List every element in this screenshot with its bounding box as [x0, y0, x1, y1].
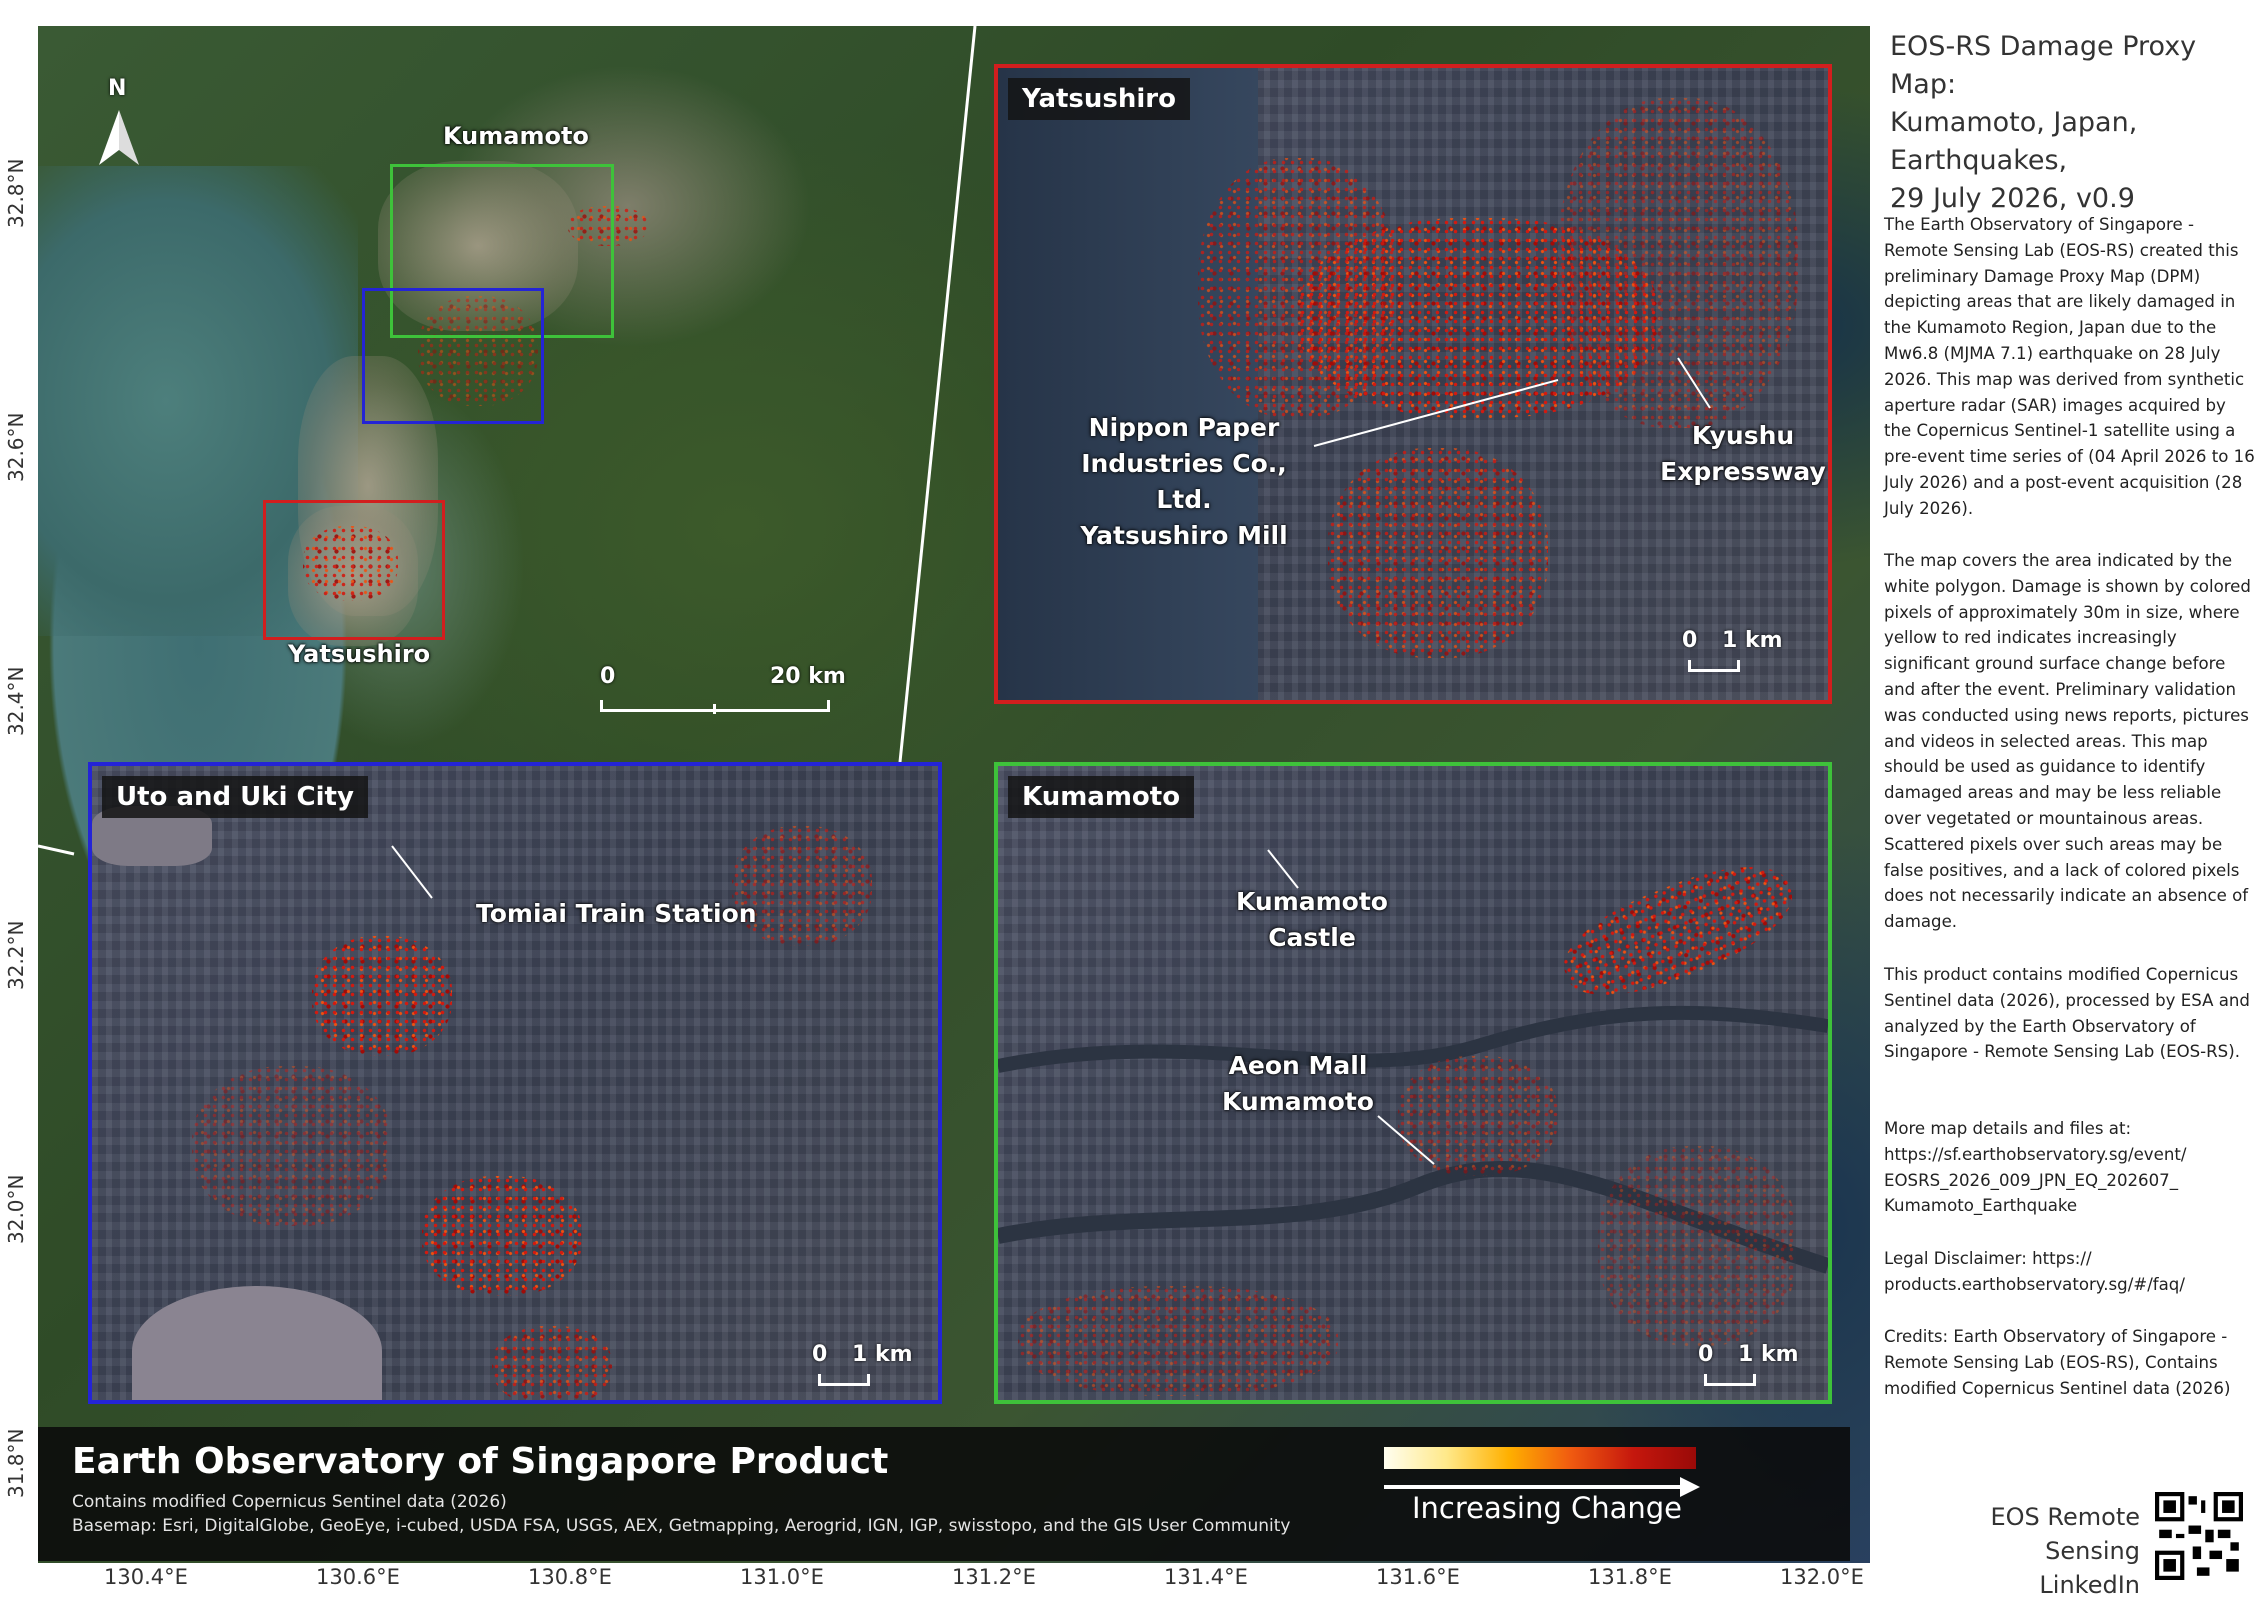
lon-tick-label: 130.4°E: [104, 1565, 188, 1589]
lon-tick-label: 132.0°E: [1780, 1565, 1864, 1589]
callout-castle-line2: Castle: [1268, 923, 1356, 952]
lon-tick-label: 131.2°E: [952, 1565, 1036, 1589]
map-title-line2: Kumamoto, Japan,: [1890, 107, 2138, 138]
callout-aeon-mall-line2: Kumamoto: [1221, 1087, 1374, 1116]
map-title-line3: Earthquakes,: [1890, 145, 2068, 176]
details-link-paragraph[interactable]: More map details and files at: https://s…: [1884, 1116, 2256, 1219]
inset-uto[interactable]: Uto and Uki City Tomiai Train Station 0 …: [88, 762, 942, 1404]
credits-paragraph: Credits: Earth Observatory of Singapore …: [1884, 1327, 2231, 1398]
inset-uto-leaders: [391, 845, 433, 899]
callout-aeon-mall: Aeon Mall Kumamoto: [1198, 1048, 1398, 1120]
callout-expressway-line2: Expressway: [1660, 457, 1826, 486]
inset-uto-scale-zero: 0: [812, 1342, 828, 1367]
inset-yatsushiro[interactable]: Yatsushiro Nippon Paper Industries Co., …: [994, 64, 1832, 704]
overview-scale-zero: 0: [600, 664, 616, 689]
map-title: EOS-RS Damage Proxy Map: Kumamoto, Japan…: [1890, 28, 2256, 218]
leader-castle: [1267, 849, 1299, 889]
inset-uto-scale-end: 1 km: [852, 1342, 913, 1367]
inset-kumamoto-scale-line: [1704, 1374, 1756, 1386]
map-frame: Kumamoto Yatsushiro N 0 20 km Yatsushiro…: [38, 26, 1870, 1563]
callout-castle-line1: Kumamoto: [1235, 887, 1388, 916]
inset-uto-scale-line: [818, 1374, 870, 1386]
lat-tick-label: 31.8°N: [4, 1428, 28, 1499]
lat-tick-label: 32.2°N: [4, 920, 28, 991]
callout-aeon-mall-line1: Aeon Mall: [1228, 1051, 1368, 1080]
side-panel: EOS-RS Damage Proxy Map: Kumamoto, Japan…: [1880, 0, 2263, 1600]
callout-tomiai-station: Tomiai Train Station: [476, 899, 757, 928]
overview-scale-mid-tick: [713, 704, 716, 714]
qr-code-icon[interactable]: [2155, 1492, 2243, 1580]
inset-kumamoto-scale: 0 1 km: [1698, 1342, 1818, 1392]
lat-tick-label: 32.4°N: [4, 666, 28, 737]
legend-label: Increasing Change: [1412, 1491, 1682, 1525]
callout-expressway: Kyushu Expressway: [1658, 418, 1828, 490]
lon-tick-label: 131.0°E: [740, 1565, 824, 1589]
lat-tick-label: 32.0°N: [4, 1174, 28, 1245]
description-paragraph: The Earth Observatory of Singapore - Rem…: [1884, 215, 2255, 518]
inset-kumamoto-scale-zero: 0: [1698, 1342, 1714, 1367]
leader-tomiai-station: [391, 845, 433, 899]
linkedin-caption-line1: EOS Remote Sensing: [1990, 1503, 2140, 1565]
inset-kumamoto-scale-end: 1 km: [1738, 1342, 1799, 1367]
lat-tick-label: 32.8°N: [4, 158, 28, 229]
north-arrow: N: [94, 76, 144, 176]
banner-basemap-credit: Basemap: Esri, DigitalGlobe, GeoEye, i-c…: [72, 1516, 1291, 1536]
linkedin-caption[interactable]: EOS Remote Sensing LinkedIn: [1890, 1500, 2140, 1600]
inset-yatsushiro-scale-end: 1 km: [1722, 628, 1783, 653]
processing-paragraph: This product contains modified Copernicu…: [1884, 965, 2250, 1062]
callout-kumamoto-castle: Kumamoto Castle: [1212, 884, 1412, 956]
coverage-paragraph: The map covers the area indicated by the…: [1884, 551, 2251, 932]
inset-yatsushiro-scale-zero: 0: [1682, 628, 1698, 653]
north-label: N: [108, 76, 127, 101]
coverage-polygon-edge-east: [898, 26, 977, 763]
lon-tick-label: 131.6°E: [1376, 1565, 1460, 1589]
inset-kumamoto-leaders: [1267, 849, 1435, 1165]
lat-tick-label: 32.6°N: [4, 412, 28, 483]
north-arrow-icon: [99, 110, 139, 165]
inset-yatsushiro-leaders: [1313, 357, 1711, 447]
leader-aeon-mall: [1377, 1115, 1435, 1165]
linkedin-caption-line2: LinkedIn: [2039, 1571, 2140, 1599]
lon-tick-label: 130.8°E: [528, 1565, 612, 1589]
banner-data-credit: Contains modified Copernicus Sentinel da…: [72, 1492, 507, 1512]
leader-nippon-paper: [1313, 379, 1559, 447]
leader-expressway: [1677, 357, 1711, 409]
product-banner: Earth Observatory of Singapore Product C…: [38, 1427, 1850, 1561]
inset-yatsushiro-scale-line: [1688, 660, 1740, 672]
inset-uto-scale: 0 1 km: [812, 1342, 932, 1392]
coverage-polygon-edge-west: [38, 844, 75, 856]
lon-tick-label: 131.4°E: [1164, 1565, 1248, 1589]
overview-scale-bar: 0 20 km: [600, 664, 860, 724]
inset-kumamoto[interactable]: Kumamoto Kumamoto Castle Aeon Mall Kumam…: [994, 762, 1832, 1404]
disclaimer-paragraph[interactable]: Legal Disclaimer: https:// products.eart…: [1884, 1246, 2256, 1298]
inset-yatsushiro-scale: 0 1 km: [1682, 628, 1802, 678]
overview-scale-end: 20 km: [770, 664, 846, 689]
callout-expressway-line1: Kyushu: [1691, 421, 1795, 450]
lon-tick-label: 130.6°E: [316, 1565, 400, 1589]
lon-tick-label: 131.8°E: [1588, 1565, 1672, 1589]
map-title-line1: EOS-RS Damage Proxy Map:: [1890, 31, 2197, 100]
banner-title: Earth Observatory of Singapore Product: [72, 1441, 889, 1482]
legend-color-ramp: [1384, 1447, 1696, 1469]
